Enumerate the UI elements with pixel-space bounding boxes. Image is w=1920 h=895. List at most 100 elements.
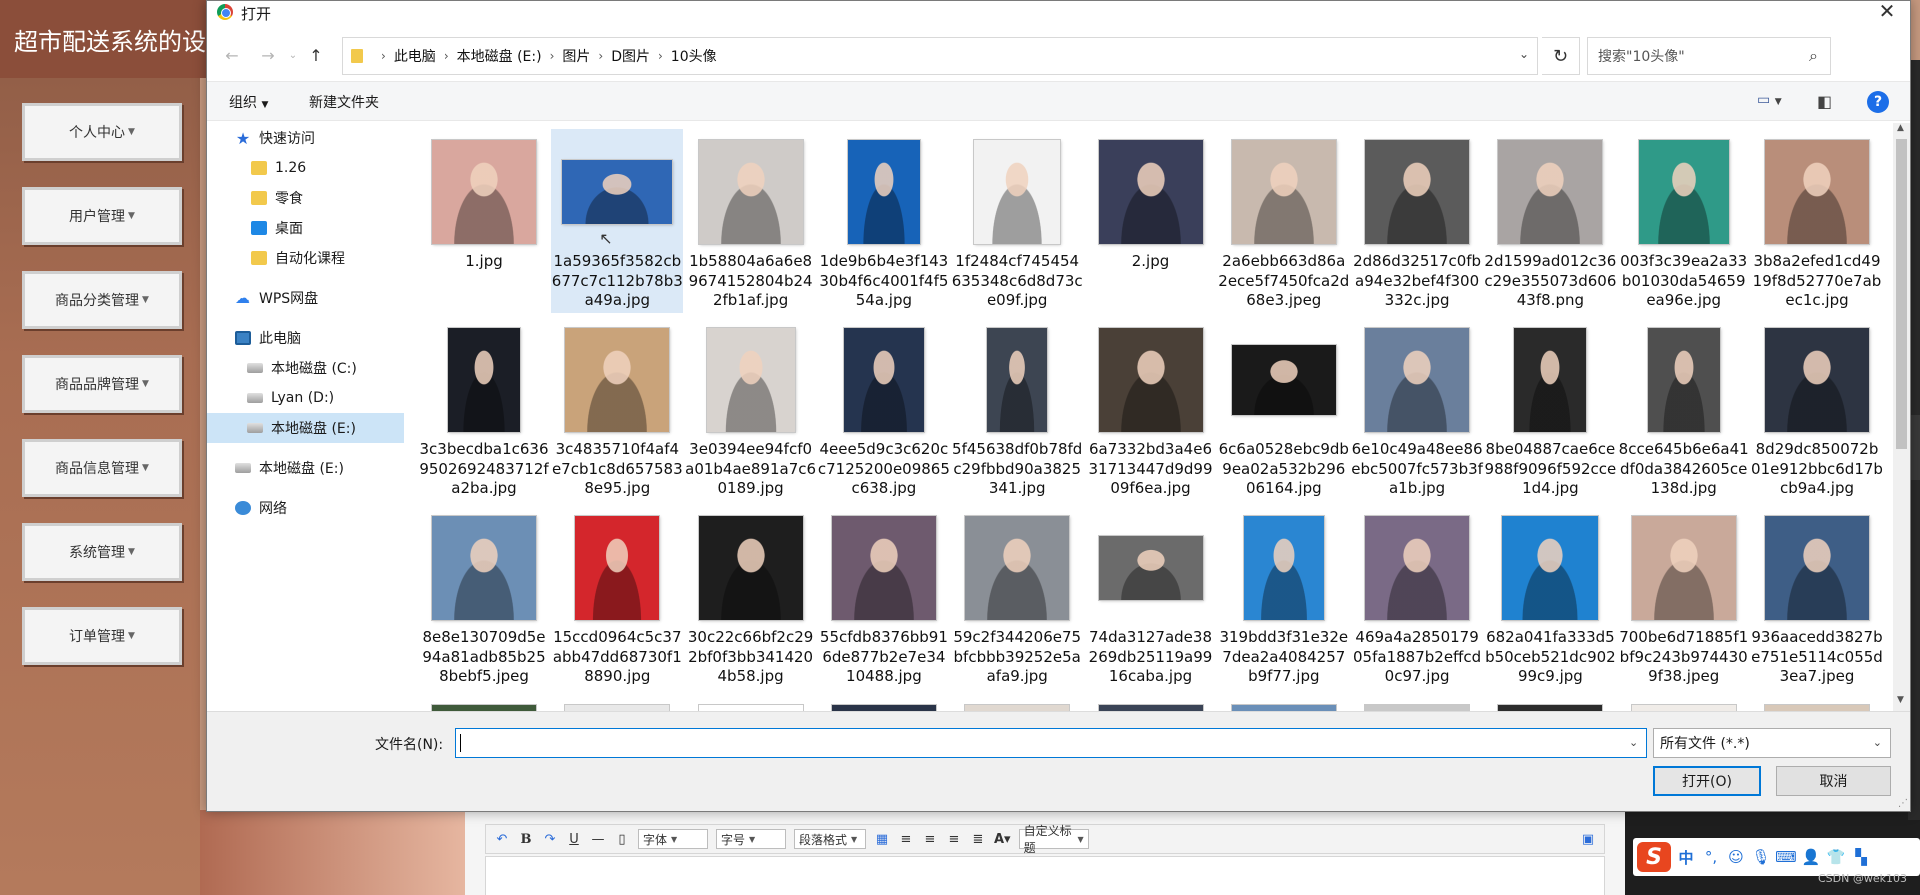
sidebar-menu-item[interactable]: 系统管理 ▼ (22, 523, 182, 581)
breadcrumb-10-avatars[interactable]: 10头像 (671, 46, 717, 66)
file-item[interactable]: 30c22c66bf2c292bf0f3bb3414204b58.jpg (685, 505, 817, 689)
change-view-button[interactable]: ▭ ▼ (1757, 92, 1793, 112)
open-button[interactable]: 打开(O) (1653, 766, 1761, 796)
file-item[interactable]: 6c6a0528ebc9db9ea02a532b29606164.jpg (1218, 317, 1350, 501)
file-type-select[interactable]: 所有文件 (*.*) ⌄ (1653, 728, 1891, 758)
nav-drive-c[interactable]: 本地磁盘 (C:) (207, 353, 404, 383)
align-right-icon[interactable]: ≡ (922, 829, 938, 849)
file-item[interactable]: 74da3127ade38269db25119a9916caba.jpg (1085, 505, 1217, 689)
file-item[interactable]: 8e8e130709d5e94a81adb85b258bebf5.jpeg (418, 505, 550, 689)
scroll-up-icon[interactable]: ▲ (1897, 123, 1904, 133)
file-item[interactable]: 319bdd3f31e32e7dea2a4084257b9f77.jpg (1218, 505, 1350, 689)
horizontal-rule-icon[interactable]: — (590, 829, 606, 849)
vertical-scrollbar[interactable]: ▲ ▼ (1893, 123, 1910, 711)
file-item[interactable]: 5f45638df0b78fdc29fbbd90a3825341.jpg (951, 317, 1083, 501)
search-icon[interactable]: ⌕ (1809, 46, 1818, 66)
back-button[interactable]: ← (221, 44, 243, 66)
recent-locations-button[interactable]: ⌄ (282, 44, 304, 66)
nav-desktop[interactable]: 桌面 (207, 213, 404, 243)
dialog-titlebar[interactable]: 打开 ✕ (207, 0, 1910, 23)
scroll-down-icon[interactable]: ▼ (1897, 695, 1904, 705)
align-left-icon[interactable]: ≡ (898, 829, 914, 849)
emoji-icon[interactable]: ☺ (1726, 846, 1746, 868)
file-item[interactable]: 3c3becdba1c6369502692483712fa2ba.jpg (418, 317, 550, 501)
file-item[interactable]: 003f3c39ea2a33b01030da54659ea96e.jpg (1618, 129, 1750, 313)
resize-grip-icon[interactable]: ⋰ (1898, 798, 1908, 809)
sogou-logo-icon[interactable]: S (1637, 842, 1671, 872)
file-item[interactable]: 3e0394ee94fcf0a01b4ae891a7c60189.jpg (685, 317, 817, 501)
cancel-button[interactable]: 取消 (1776, 766, 1891, 796)
underline-icon[interactable]: U (566, 829, 582, 849)
sidebar-menu-item[interactable]: 订单管理 ▼ (22, 607, 182, 665)
chevron-right-icon[interactable]: › (550, 49, 555, 63)
align-center-icon[interactable]: ≡ (946, 829, 962, 849)
file-item[interactable]: 2d1599ad012c36c29e355073d60643f8.png (1484, 129, 1616, 313)
file-item[interactable]: 8cce645b6e6a41df0da3842605ce138d.jpg (1618, 317, 1750, 501)
table-icon[interactable]: ▦ (874, 829, 890, 849)
paragraph-select[interactable]: 段落格式 ▼ (794, 829, 866, 849)
nav-this-pc[interactable]: 此电脑 (207, 323, 404, 353)
font-size-select[interactable]: 字号 ▼ (716, 829, 786, 849)
grid-menu-icon[interactable]: ▚ (1851, 846, 1871, 868)
file-item[interactable]: 936aacedd3827be751e5114c055d3ea7.jpeg (1751, 505, 1883, 689)
keyboard-icon[interactable]: ⌨ (1775, 846, 1797, 868)
file-item[interactable]: 8be04887cae6ce988f9096f592cce1d4.jpg (1484, 317, 1616, 501)
nav-folder-1-26[interactable]: 1.26 (207, 153, 404, 183)
font-color-icon[interactable]: A▾ (994, 829, 1011, 849)
breadcrumb-drive-e[interactable]: 本地磁盘 (E:) (457, 46, 542, 66)
file-item[interactable]: 2a6ebb663d86a2ece5f7450fca2d68e3.jpeg (1218, 129, 1350, 313)
file-item[interactable]: 1f2484cf745454635348c6d8d73ce09f.jpg (951, 129, 1083, 313)
shirt-icon[interactable]: 👕 (1826, 846, 1846, 868)
sidebar-menu-item[interactable]: 商品信息管理 ▼ (22, 439, 182, 497)
search-input[interactable]: 搜索"10头像" ⌕ (1587, 37, 1831, 75)
file-item[interactable]: 15ccd0964c5c37abb47dd68730f18890.jpg (551, 505, 683, 689)
file-item[interactable]: 469a4a285017905fa1887b2effcd0c97.jpg (1351, 505, 1483, 689)
file-item[interactable]: 8d29dc850072b01e912bbc6d17bcb9a4.jpg (1751, 317, 1883, 501)
address-bar[interactable]: › 此电脑 › 本地磁盘 (E:) › 图片 › D图片 › 10头像 ⌄ (342, 37, 1538, 75)
file-item[interactable]: 2d86d32517c0fba94e32bef4f300332c.jpg (1351, 129, 1483, 313)
file-item[interactable]: 6e10c49a48ee86ebc5007fc573b3fa1b.jpg (1351, 317, 1483, 501)
file-item[interactable]: 2.jpg (1085, 129, 1217, 313)
chevron-right-icon[interactable]: › (444, 49, 449, 63)
up-button[interactable]: ↑ (305, 44, 327, 66)
help-button[interactable]: ? (1867, 91, 1889, 113)
punctuation-icon[interactable]: °, (1701, 846, 1721, 868)
scrollbar-thumb[interactable] (1896, 139, 1907, 449)
nav-drive-d[interactable]: Lyan (D:) (207, 383, 404, 413)
file-item[interactable]: 4eee5d9c3c620cc7125200e09865c638.jpg (818, 317, 950, 501)
user-icon[interactable]: 👤 (1801, 846, 1821, 868)
nav-network[interactable]: 网络 (207, 493, 404, 523)
page-icon[interactable]: ▯ (614, 829, 630, 849)
file-item[interactable]: 1a59365f3582cb677c7c112b78b3a49a.jpg (551, 129, 684, 313)
breadcrumb-pictures[interactable]: 图片 (562, 46, 590, 66)
sidebar-menu-item[interactable]: 用户管理 ▼ (22, 187, 182, 245)
fullscreen-icon[interactable]: ▣ (1580, 829, 1596, 849)
redo-icon[interactable]: ↷ (542, 829, 558, 849)
nav-quick-access[interactable]: ★ 快速访问 (207, 123, 404, 153)
sidebar-menu-item[interactable]: 个人中心 ▼ (22, 103, 182, 161)
microphone-icon[interactable]: 🎙 (1751, 846, 1771, 868)
nav-drive-e[interactable]: 本地磁盘 (E:) (207, 453, 404, 483)
chevron-right-icon[interactable]: › (658, 49, 663, 63)
file-item[interactable]: 682a041fa333d5b50ceb521dc90299c9.jpg (1484, 505, 1616, 689)
chevron-right-icon[interactable]: › (598, 49, 603, 63)
font-select[interactable]: 字体 ▼ (638, 829, 708, 849)
breadcrumb-this-pc[interactable]: 此电脑 (394, 46, 436, 66)
sidebar-menu-item[interactable]: 商品品牌管理 ▼ (22, 355, 182, 413)
nav-drive-e-selected[interactable]: 本地磁盘 (E:) (207, 413, 404, 443)
file-item[interactable]: 55cfdb8376bb916de877b2e7e3410488.jpg (818, 505, 950, 689)
new-folder-button[interactable]: 新建文件夹 (309, 92, 379, 112)
file-name-input[interactable] (455, 728, 1647, 758)
align-justify-icon[interactable]: ≣ (970, 829, 986, 849)
file-item[interactable]: 3b8a2efed1cd4919f8d52770e7abec1c.jpg (1751, 129, 1883, 313)
sidebar-menu-item[interactable]: 商品分类管理 ▼ (22, 271, 182, 329)
undo-icon[interactable]: ↶ (494, 829, 510, 849)
file-item[interactable]: 700be6d71885f1bf9c243b9744309f38.jpeg (1618, 505, 1750, 689)
nav-wps-cloud[interactable]: ☁ WPS网盘 (207, 283, 404, 313)
chinese-mode-icon[interactable]: 中 (1676, 846, 1696, 868)
refresh-button[interactable]: ↻ (1542, 37, 1580, 75)
preview-pane-button[interactable]: ◧ (1817, 92, 1839, 112)
file-item[interactable]: 3c4835710f4af4e7cb1c8d6575838e95.jpg (551, 317, 683, 501)
editor-body[interactable] (485, 856, 1605, 895)
bold-icon[interactable]: B (518, 829, 534, 849)
